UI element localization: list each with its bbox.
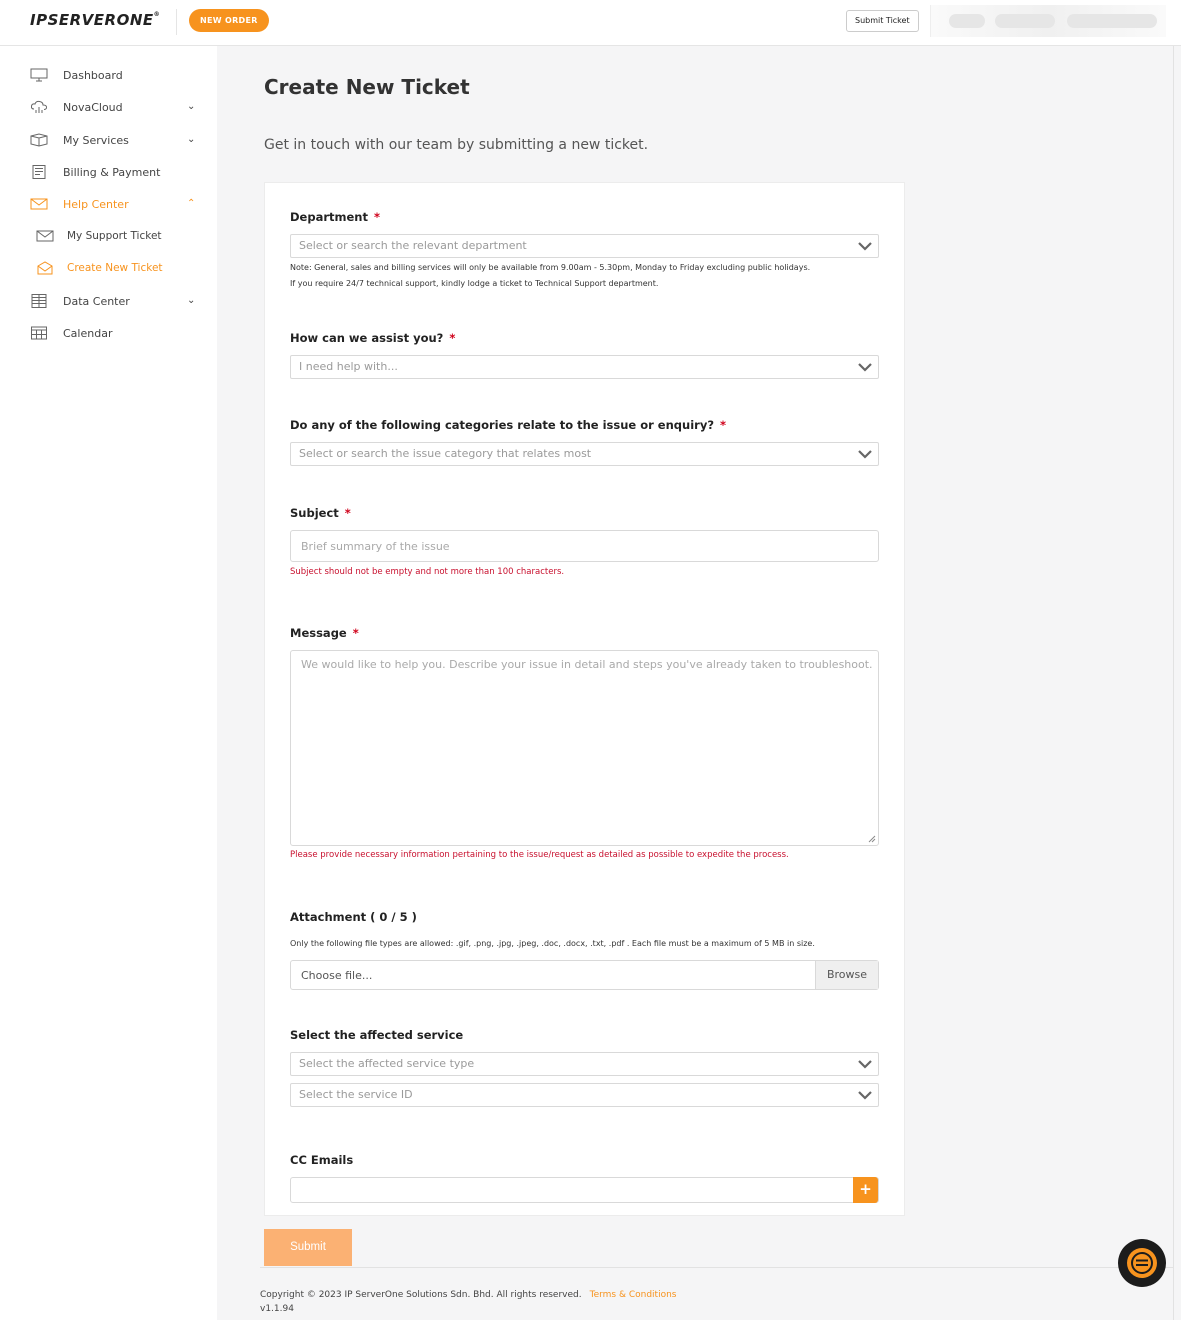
sidebar-item-label: Dashboard (63, 69, 123, 82)
top-bar: IPSERVERONE® NEW ORDER Submit Ticket (0, 0, 1181, 46)
blurred-item (949, 14, 985, 28)
terms-link[interactable]: Terms & Conditions (590, 1290, 677, 1300)
attachment-label: Attachment ( 0 / 5 ) (290, 910, 417, 924)
envelope-open-icon (37, 261, 53, 275)
invoice-icon (32, 165, 46, 179)
user-menu-blurred[interactable] (930, 5, 1166, 37)
sidebar-item-help-center[interactable]: Help Center ⌃ (0, 191, 217, 219)
file-placeholder: Choose file... (301, 969, 373, 982)
sidebar-item-my-services[interactable]: My Services ⌄ (0, 127, 217, 155)
sidebar-item-calendar[interactable]: Calendar (0, 320, 217, 348)
department-select[interactable]: Select or search the relevant department (290, 234, 879, 258)
chevron-down-icon: ⌄ (187, 295, 196, 306)
envelope-icon (36, 230, 54, 242)
attachment-file-input[interactable]: Choose file... Browse (290, 960, 879, 990)
sidebar-item-label: Billing & Payment (63, 166, 161, 179)
required-marker: * (373, 210, 380, 224)
cc-emails-label: CC Emails (290, 1153, 354, 1167)
sidebar-item-label: Calendar (63, 327, 113, 340)
chevron-down-icon (858, 1091, 872, 1100)
box-icon (30, 133, 48, 147)
service-label: Select the affected service (290, 1028, 464, 1042)
chat-icon (1127, 1248, 1157, 1278)
blurred-item (1067, 14, 1157, 28)
subject-input[interactable]: Brief summary of the issue (290, 530, 879, 562)
submit-button[interactable]: Submit (264, 1229, 352, 1266)
subject-placeholder: Brief summary of the issue (301, 540, 450, 553)
server-icon (31, 294, 47, 308)
category-label: Do any of the following categories relat… (290, 418, 726, 432)
main-content: Create New Ticket Get in touch with our … (217, 46, 1173, 1320)
chevron-down-icon: ⌄ (187, 101, 196, 112)
sidebar-item-my-support-ticket[interactable]: My Support Ticket (0, 223, 217, 251)
department-note-hours: Note: General, sales and billing service… (290, 263, 811, 272)
assist-select[interactable]: I need help with... (290, 355, 879, 379)
sidebar-item-label: My Services (63, 134, 129, 147)
sidebar-item-label: Data Center (63, 295, 130, 308)
envelope-icon (30, 198, 48, 210)
page-title: Create New Ticket (264, 75, 470, 99)
department-label: Department * (290, 210, 380, 224)
department-placeholder: Select or search the relevant department (299, 239, 527, 252)
cloud-icon (30, 100, 48, 113)
required-marker: * (449, 331, 456, 345)
chevron-down-icon: ⌄ (187, 134, 196, 145)
footer-divider (260, 1267, 1173, 1268)
sidebar-item-label: Help Center (63, 198, 129, 211)
message-placeholder: We would like to help you. Describe your… (301, 658, 873, 671)
cc-email-input[interactable]: + (290, 1177, 879, 1203)
sidebar-item-data-center[interactable]: Data Center ⌄ (0, 288, 217, 316)
calendar-icon (31, 326, 47, 340)
app-version: v1.1.94 (260, 1304, 294, 1314)
category-select[interactable]: Select or search the issue category that… (290, 442, 879, 466)
assist-label: How can we assist you? * (290, 331, 456, 345)
service-id-placeholder: Select the service ID (299, 1088, 413, 1101)
sidebar-item-dashboard[interactable]: Dashboard (0, 62, 217, 90)
sidebar-item-label: My Support Ticket (67, 230, 162, 242)
new-order-button[interactable]: NEW ORDER (189, 9, 269, 32)
required-marker: * (344, 506, 351, 520)
sidebar-item-label: NovaCloud (63, 101, 123, 114)
chevron-down-icon (858, 363, 872, 372)
category-placeholder: Select or search the issue category that… (299, 447, 592, 460)
subject-label: Subject * (290, 506, 351, 520)
chevron-down-icon (858, 242, 872, 251)
sidebar-item-novacloud[interactable]: NovaCloud ⌄ (0, 94, 217, 122)
submit-ticket-button[interactable]: Submit Ticket (846, 10, 919, 32)
sidebar-item-create-new-ticket[interactable]: Create New Ticket (0, 255, 217, 283)
footer-copyright: Copyright © 2023 IP ServerOne Solutions … (260, 1290, 677, 1300)
service-type-select[interactable]: Select the affected service type (290, 1052, 879, 1076)
message-error: Please provide necessary information per… (290, 850, 789, 860)
required-marker: * (719, 418, 726, 432)
message-textarea[interactable]: We would like to help you. Describe your… (290, 650, 879, 846)
page-subtitle: Get in touch with our team by submitting… (264, 137, 649, 153)
topbar-divider (176, 9, 177, 35)
attachment-note: Only the following file types are allowe… (290, 939, 815, 948)
chevron-up-icon: ⌃ (187, 198, 196, 209)
service-id-select[interactable]: Select the service ID (290, 1083, 879, 1107)
ticket-form: Department * Select or search the relevan… (264, 182, 905, 1216)
add-cc-email-button[interactable]: + (853, 1177, 878, 1203)
service-type-placeholder: Select the affected service type (299, 1057, 475, 1070)
chevron-down-icon (858, 450, 872, 459)
assist-placeholder: I need help with... (299, 360, 398, 373)
subject-error: Subject should not be empty and not more… (290, 567, 565, 577)
chat-widget-button[interactable] (1118, 1239, 1166, 1287)
content-border (1173, 46, 1174, 1320)
sidebar: Dashboard NovaCloud ⌄ My Services ⌄ Bill… (0, 46, 217, 1320)
required-marker: * (352, 626, 359, 640)
message-label: Message * (290, 626, 359, 640)
monitor-icon (30, 68, 48, 82)
resize-handle-icon[interactable] (868, 835, 876, 843)
department-note-support: If you require 24/7 technical support, k… (290, 279, 659, 288)
browse-button[interactable]: Browse (815, 961, 878, 989)
chevron-down-icon (858, 1060, 872, 1069)
logo-text: IPSERVERONE (30, 11, 154, 29)
sidebar-item-label: Create New Ticket (67, 262, 163, 274)
blurred-item (995, 14, 1055, 28)
sidebar-item-billing[interactable]: Billing & Payment (0, 159, 217, 187)
logo[interactable]: IPSERVERONE® (30, 11, 160, 29)
